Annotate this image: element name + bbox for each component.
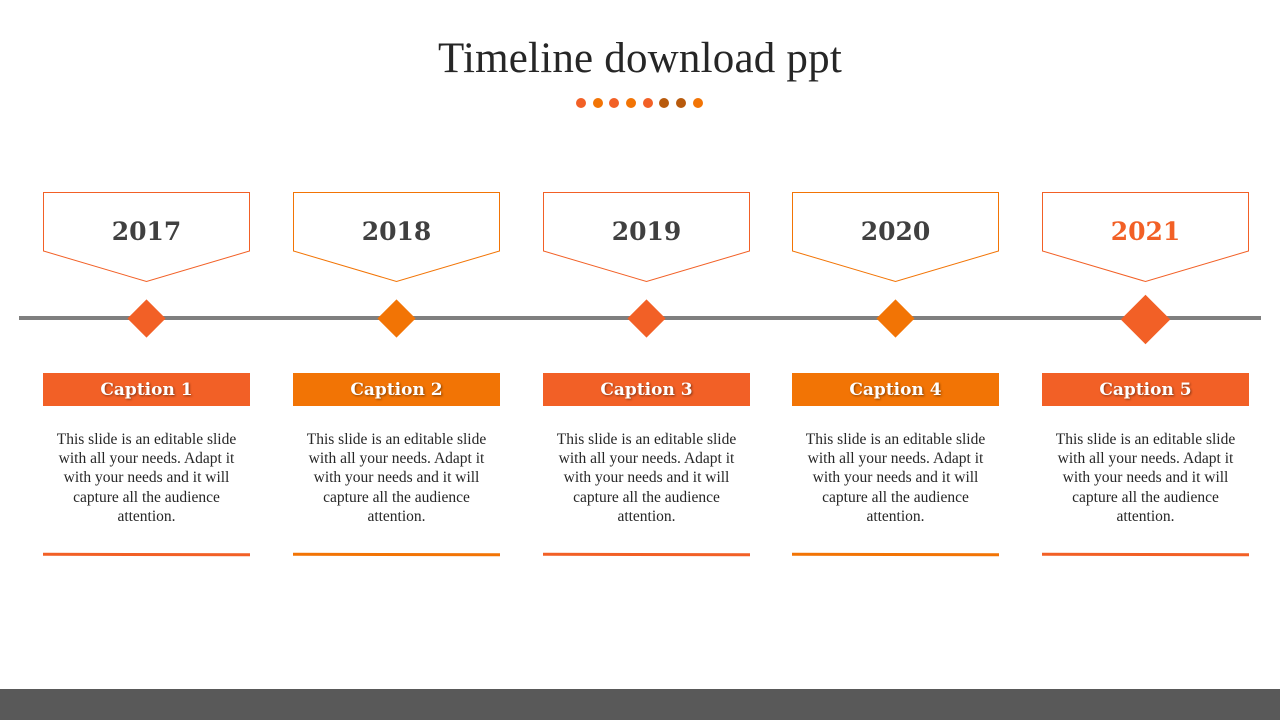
year-label: 2018 — [361, 217, 432, 246]
milestone-2019: 2019 Caption 3 This slide is an editable… — [542, 0, 751, 720]
caption-body-text: This slide is an editable slide with all… — [56, 431, 237, 525]
year-label: 2021 — [1110, 217, 1181, 246]
year-label: 2020 — [860, 217, 931, 246]
caption-label[interactable]: Caption 4 — [792, 373, 999, 406]
caption-underline — [542, 552, 751, 557]
caption-underline — [791, 552, 1000, 557]
year-label: 2019 — [611, 217, 682, 246]
year-callout[interactable]: 2018 — [293, 192, 500, 283]
milestone-2017: 2017 Caption 1 This slide is an editable… — [42, 0, 251, 720]
caption-label[interactable]: Caption 1 — [43, 373, 250, 406]
caption-underline — [1041, 552, 1250, 557]
timeline-diamond-marker — [876, 299, 915, 338]
timeline-diamond-marker — [1120, 294, 1171, 345]
caption-body-text: This slide is an editable slide with all… — [805, 431, 986, 525]
caption-underline — [292, 552, 501, 557]
milestone-2018: 2018 Caption 2 This slide is an editable… — [292, 0, 501, 720]
caption-label[interactable]: Caption 2 — [293, 373, 500, 406]
caption-label[interactable]: Caption 5 — [1042, 373, 1249, 406]
caption-body-text: This slide is an editable slide with all… — [306, 431, 487, 525]
milestone-2021: 2021 Caption 5 This slide is an editable… — [1041, 0, 1250, 720]
caption-underline — [42, 552, 251, 557]
caption-body-text: This slide is an editable slide with all… — [556, 431, 737, 525]
footer-bar — [0, 689, 1280, 720]
timeline-diamond-marker — [127, 299, 166, 338]
year-callout[interactable]: 2021 — [1042, 192, 1249, 283]
milestone-2020: 2020 Caption 4 This slide is an editable… — [791, 0, 1000, 720]
year-callout[interactable]: 2020 — [792, 192, 999, 283]
year-callout[interactable]: 2017 — [43, 192, 250, 283]
timeline-diamond-marker — [377, 299, 416, 338]
caption-label[interactable]: Caption 3 — [543, 373, 750, 406]
timeline-diamond-marker — [627, 299, 666, 338]
year-label: 2017 — [111, 217, 182, 246]
caption-body-text: This slide is an editable slide with all… — [1055, 431, 1236, 525]
year-callout[interactable]: 2019 — [543, 192, 750, 283]
